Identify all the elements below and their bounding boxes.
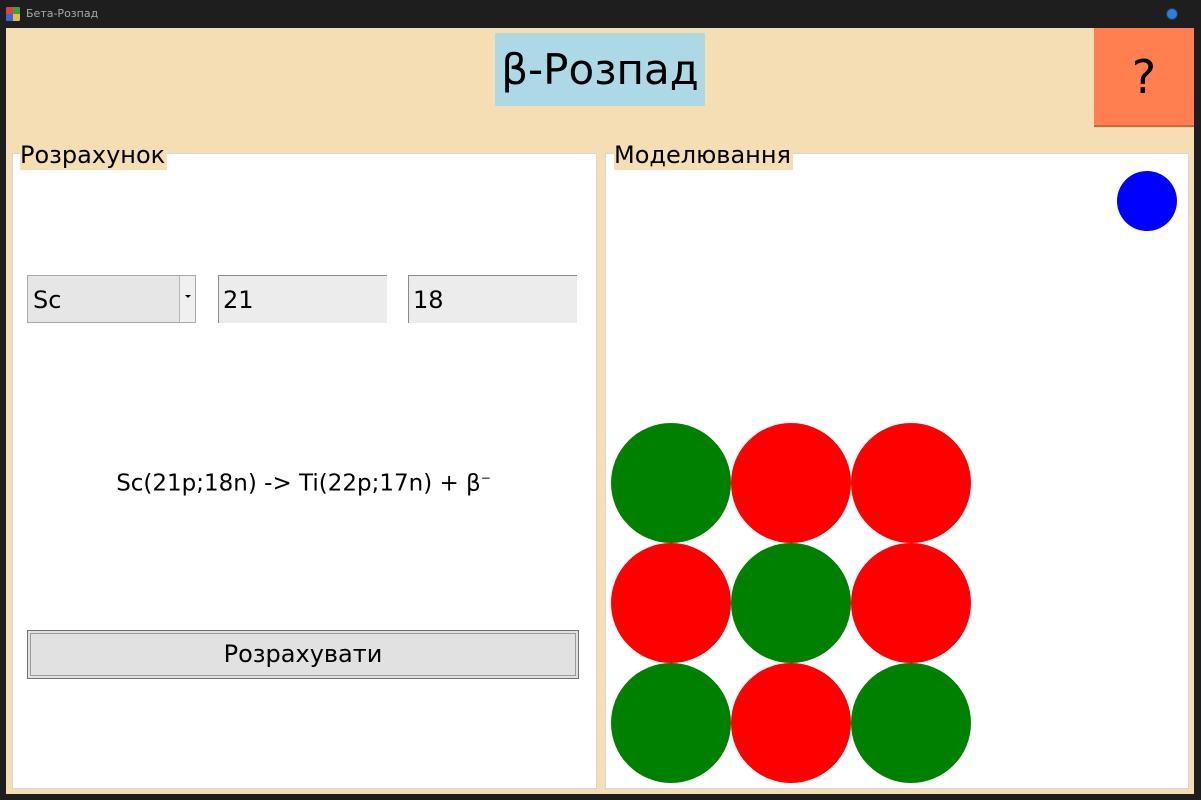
proton-particle — [851, 543, 971, 663]
neutron-particle — [731, 543, 851, 663]
app-icon — [6, 7, 20, 21]
neutron-particle — [611, 663, 731, 783]
neutron-particle — [851, 663, 971, 783]
proton-particle — [611, 543, 731, 663]
window-control-icon[interactable] — [1167, 9, 1177, 19]
calculate-button[interactable]: Розрахувати — [27, 630, 579, 679]
decay-equation-text: Sc(21p;18n) -> Ti(22p;17n) + β — [116, 470, 481, 497]
modeling-group-title: Моделювання — [614, 140, 793, 170]
window-titlebar[interactable]: Бета-Розпад — [0, 0, 1201, 28]
protons-input[interactable] — [218, 275, 387, 323]
neutrons-input[interactable] — [408, 275, 577, 323]
element-select-dropdown-button[interactable] — [179, 276, 195, 322]
help-button[interactable]: ? — [1094, 28, 1194, 127]
calculation-group-title: Розрахунок — [20, 140, 168, 170]
app-client-area: β-Розпад ? Розрахунок Sc Sc(21p;18n) -> … — [6, 28, 1194, 794]
proton-particle — [731, 663, 851, 783]
electron-particle — [1117, 171, 1177, 231]
element-select[interactable]: Sc — [27, 275, 196, 323]
neutron-particle — [611, 423, 731, 543]
element-select-value: Sc — [33, 286, 62, 314]
nucleus-model — [611, 423, 971, 783]
decay-equation: Sc(21p;18n) -> Ti(22p;17n) + β− — [12, 461, 595, 501]
proton-particle — [731, 423, 851, 543]
page-title: β-Розпад — [495, 33, 705, 106]
beta-minus-superscript: − — [480, 471, 491, 485]
window-title: Бета-Розпад — [26, 7, 99, 20]
chevron-down-icon — [185, 295, 191, 298]
proton-particle — [851, 423, 971, 543]
